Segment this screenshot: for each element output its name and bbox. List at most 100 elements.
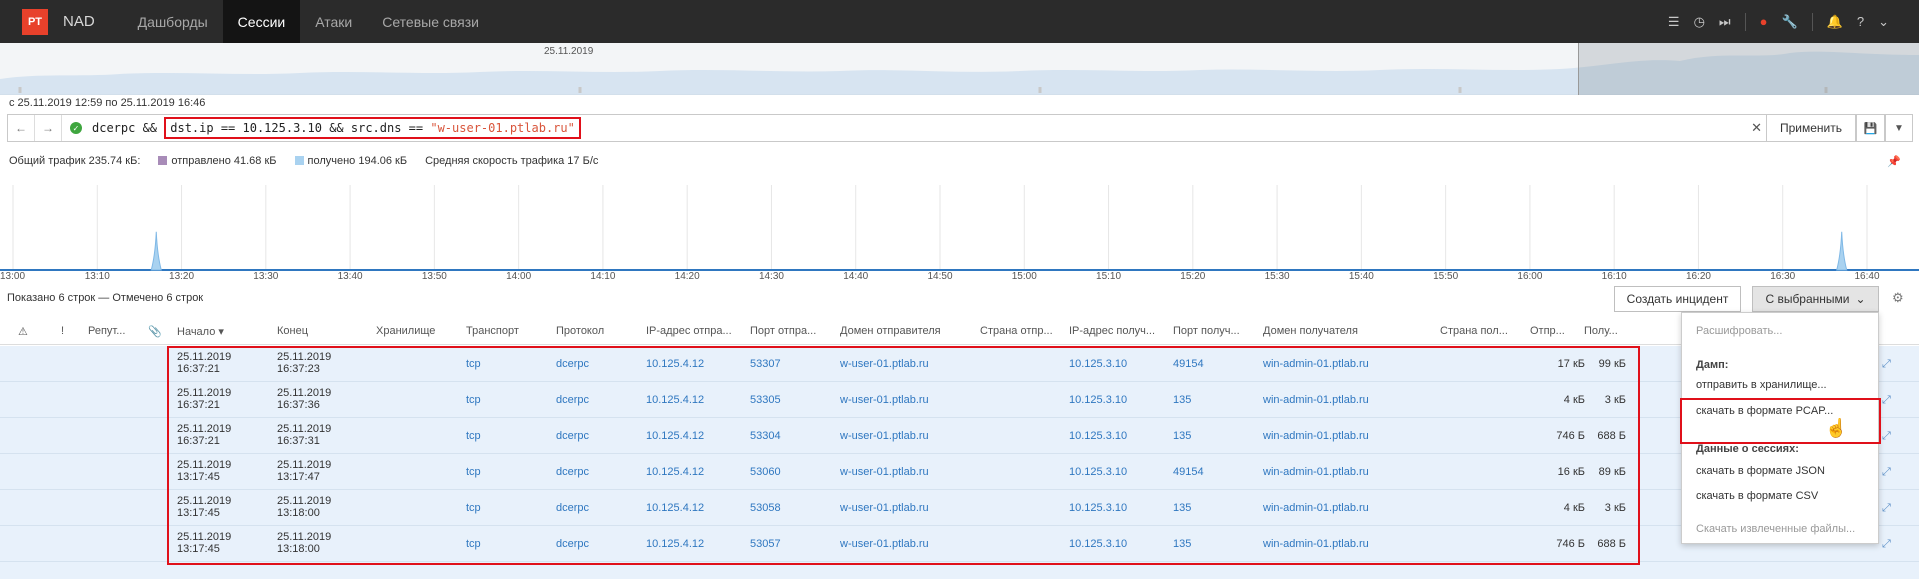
cell-src-port[interactable]: 53304	[750, 430, 781, 442]
create-incident-button[interactable]: Создать инцидент	[1614, 286, 1741, 312]
tab-network-links[interactable]: Сетевые связи	[367, 0, 494, 43]
col-start[interactable]: Начало ▾	[177, 325, 224, 338]
cell-dst-port[interactable]: 135	[1173, 430, 1191, 442]
menu-item-download-json[interactable]: скачать в формате JSON	[1696, 465, 1825, 477]
wrench-icon[interactable]: 🔧	[1781, 14, 1797, 30]
cell-transport[interactable]: tcp	[466, 502, 481, 514]
traffic-chart[interactable]: 13:00 13:10 13:20 13:30 13:40 13:50 14:00 14:10…	[0, 180, 1919, 280]
save-icon[interactable]: 💾	[1856, 114, 1885, 142]
cell-proto[interactable]: dcerpc	[556, 502, 589, 514]
back-button[interactable]: ←	[8, 115, 35, 141]
cell-transport[interactable]: tcp	[466, 430, 481, 442]
with-selected-button[interactable]: С выбранными ⌄	[1752, 286, 1879, 312]
col-src-port[interactable]: Порт отпра...	[750, 325, 825, 337]
cell-src-ip[interactable]: 10.125.4.12	[646, 466, 704, 478]
cell-src-dns[interactable]: w-user-01.ptlab.ru	[840, 502, 929, 514]
pin-icon[interactable]: 📌	[1887, 155, 1901, 168]
cell-src-dns[interactable]: w-user-01.ptlab.ru	[840, 466, 929, 478]
skip-forward-icon[interactable]: ⏭	[1719, 14, 1731, 30]
cell-dst-ip[interactable]: 10.125.3.10	[1069, 394, 1127, 406]
cell-proto[interactable]: dcerpc	[556, 466, 589, 478]
cell-dst-port[interactable]: 49154	[1173, 466, 1204, 478]
col-dst-domain[interactable]: Домен получателя	[1263, 325, 1358, 337]
cell-src-ip[interactable]: 10.125.4.12	[646, 430, 704, 442]
cell-transport[interactable]: tcp	[466, 394, 481, 406]
cell-transport[interactable]: tcp	[466, 538, 481, 550]
cell-src-ip[interactable]: 10.125.4.12	[646, 358, 704, 370]
col-sent[interactable]: Отпр...	[1530, 325, 1564, 337]
cell-dst-ip[interactable]: 10.125.3.10	[1069, 466, 1127, 478]
table-row[interactable]: 25.11.2019 16:37:21 25.11.2019 16:37:23 tcp d…	[0, 346, 1919, 382]
forward-button[interactable]: →	[35, 115, 62, 141]
cell-proto[interactable]: dcerpc	[556, 538, 589, 550]
menu-item-send-storage[interactable]: отправить в хранилище...	[1696, 379, 1827, 391]
cell-src-ip[interactable]: 10.125.4.12	[646, 394, 704, 406]
cell-proto[interactable]: dcerpc	[556, 358, 589, 370]
cell-dst-dns[interactable]: win-admin-01.ptlab.ru	[1263, 394, 1369, 406]
pt-logo[interactable]: PT	[22, 8, 48, 35]
col-dst-ip[interactable]: IP-адрес получ...	[1069, 325, 1159, 337]
record-icon[interactable]: ●	[1760, 14, 1768, 29]
table-row[interactable]: 25.11.2019 13:17:45 25.11.2019 13:18:00 tcp d…	[0, 526, 1919, 562]
cell-dst-dns[interactable]: win-admin-01.ptlab.ru	[1263, 466, 1369, 478]
query-input[interactable]: dcerpc && dst.ip == 10.125.3.10 && src.d…	[92, 117, 581, 139]
expand-icon[interactable]: ⤢	[1882, 502, 1891, 515]
expand-icon[interactable]: ⤢	[1882, 466, 1891, 479]
cell-proto[interactable]: dcerpc	[556, 394, 589, 406]
table-row[interactable]: 25.11.2019 16:37:21 25.11.2019 16:37:36 tcp d…	[0, 382, 1919, 418]
col-src-domain[interactable]: Домен отправителя	[840, 325, 941, 337]
expand-icon[interactable]: ⤢	[1882, 430, 1891, 443]
cell-transport[interactable]: tcp	[466, 466, 481, 478]
cell-src-port[interactable]: 53305	[750, 394, 781, 406]
cell-dst-dns[interactable]: win-admin-01.ptlab.ru	[1263, 538, 1369, 550]
col-end[interactable]: Конец	[277, 325, 308, 337]
tab-dashboards[interactable]: Дашборды	[123, 0, 223, 43]
col-storage[interactable]: Хранилище	[376, 325, 435, 337]
cell-dst-port[interactable]: 49154	[1173, 358, 1204, 370]
table-row[interactable]: 25.11.2019 13:17:45 25.11.2019 13:18:00 tcp d…	[0, 490, 1919, 526]
col-reputation[interactable]: Репут...	[88, 325, 138, 337]
cell-src-port[interactable]: 53058	[750, 502, 781, 514]
cell-src-dns[interactable]: w-user-01.ptlab.ru	[840, 394, 929, 406]
expand-icon[interactable]: ⤢	[1882, 358, 1891, 371]
expand-icon[interactable]: ⤢	[1882, 394, 1891, 407]
menu-icon[interactable]: ☰	[1668, 14, 1680, 30]
tab-sessions[interactable]: Сессии	[222, 0, 301, 43]
cell-src-port[interactable]: 53307	[750, 358, 781, 370]
menu-item-download-files[interactable]: Скачать извлеченные файлы...	[1696, 523, 1855, 535]
cell-dst-ip[interactable]: 10.125.3.10	[1069, 502, 1127, 514]
col-src-ip[interactable]: IP-адрес отпра...	[646, 325, 736, 337]
timeline-overview[interactable]: 25.11.2019	[0, 43, 1919, 95]
chevron-down-icon[interactable]: ⌄	[1878, 14, 1889, 30]
cell-dst-port[interactable]: 135	[1173, 502, 1191, 514]
expand-icon[interactable]: ⤢	[1882, 538, 1891, 551]
col-transport[interactable]: Транспорт	[466, 325, 519, 337]
cell-src-port[interactable]: 53057	[750, 538, 781, 550]
cell-transport[interactable]: tcp	[466, 358, 481, 370]
cell-src-ip[interactable]: 10.125.4.12	[646, 538, 704, 550]
table-row[interactable]: 25.11.2019 13:17:45 25.11.2019 13:17:47 tcp d…	[0, 454, 1919, 490]
cell-src-dns[interactable]: w-user-01.ptlab.ru	[840, 430, 929, 442]
col-protocol[interactable]: Протокол	[556, 325, 604, 337]
priority-icon[interactable]: !	[61, 325, 64, 337]
clock-icon[interactable]: ◷	[1694, 14, 1705, 30]
cell-dst-dns[interactable]: win-admin-01.ptlab.ru	[1263, 358, 1369, 370]
cell-src-port[interactable]: 53060	[750, 466, 781, 478]
help-icon[interactable]: ?	[1857, 14, 1864, 29]
attachment-icon[interactable]: 📎	[148, 325, 162, 338]
menu-item-decrypt[interactable]: Расшифровать...	[1696, 325, 1782, 337]
clear-icon[interactable]: ✕	[1751, 120, 1762, 136]
col-dst-port[interactable]: Порт получ...	[1173, 325, 1245, 337]
cell-src-dns[interactable]: w-user-01.ptlab.ru	[840, 358, 929, 370]
cell-dst-dns[interactable]: win-admin-01.ptlab.ru	[1263, 430, 1369, 442]
cell-dst-ip[interactable]: 10.125.3.10	[1069, 358, 1127, 370]
tab-attacks[interactable]: Атаки	[300, 0, 367, 43]
col-received[interactable]: Полу...	[1584, 325, 1618, 337]
menu-item-download-pcap[interactable]: скачать в формате PCAP...	[1696, 405, 1833, 417]
warning-icon[interactable]: ⚠	[18, 325, 28, 338]
cell-dst-ip[interactable]: 10.125.3.10	[1069, 430, 1127, 442]
overview-selection[interactable]	[1578, 43, 1919, 95]
cell-src-ip[interactable]: 10.125.4.12	[646, 502, 704, 514]
table-row[interactable]: 25.11.2019 16:37:21 25.11.2019 16:37:31 tcp d…	[0, 418, 1919, 454]
menu-item-download-csv[interactable]: скачать в формате CSV	[1696, 490, 1818, 502]
